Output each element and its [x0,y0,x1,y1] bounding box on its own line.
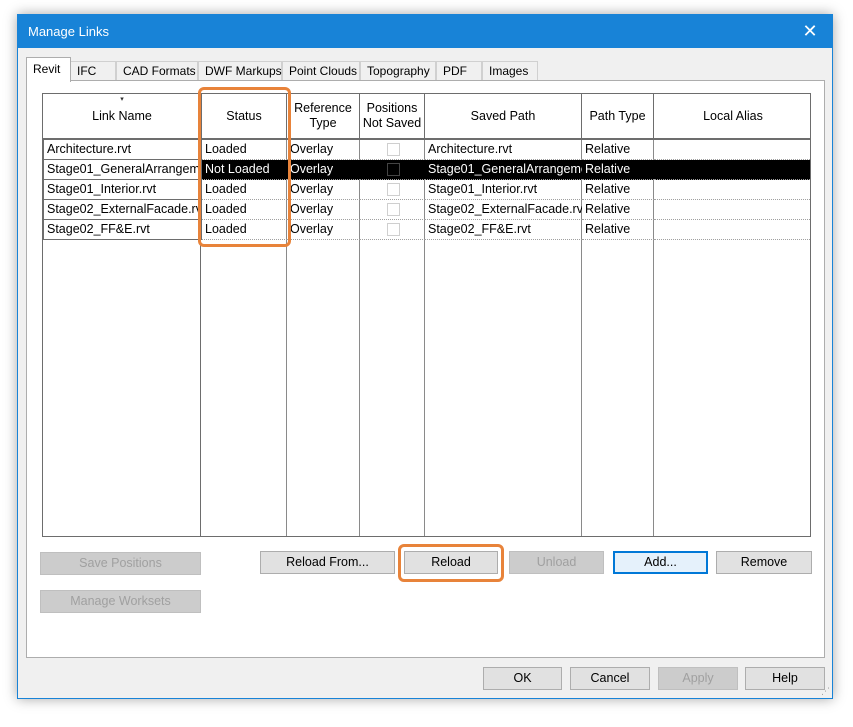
reference-type-cell[interactable]: Overlay [287,180,360,200]
table-row[interactable]: Stage01_Interior.rvt Loaded Overlay Stag… [43,180,810,200]
tab-pdf[interactable]: PDF [436,61,482,81]
table-row[interactable]: Stage02_FF&E.rvt Loaded Overlay Stage02_… [43,220,810,240]
manage-links-dialog: Manage Links ✕ Revit IFC CAD Formats DWF… [17,14,833,699]
local-alias-cell [654,140,810,160]
status-cell: Loaded [202,220,287,240]
header-reference-line1: Reference [294,101,352,115]
positions-not-saved-checkbox [387,143,400,156]
tab-ifc[interactable]: IFC [70,61,116,81]
dialog-title: Manage Links [28,24,109,39]
header-path-type-label: Path Type [589,108,646,123]
header-local-alias-label: Local Alias [703,108,763,123]
local-alias-cell [654,220,810,240]
unload-button[interactable]: Unload [509,551,604,574]
saved-path-cell: Architecture.rvt [425,140,582,160]
status-cell: Loaded [202,180,287,200]
link-name-cell[interactable]: Stage01_Interior.rvt [43,180,202,200]
header-status[interactable]: Status [202,94,287,140]
path-type-cell[interactable]: Relative [582,180,654,200]
path-type-cell[interactable]: Relative [582,140,654,160]
links-table[interactable]: ▾ Link Name Status Reference Type Positi… [42,93,811,537]
link-name-cell[interactable]: Architecture.rvt [43,140,202,160]
status-cell: Not Loaded [202,160,287,180]
title-bar[interactable]: Manage Links ✕ [18,15,832,48]
link-name-cell[interactable]: Stage02_ExternalFacade.rvt [43,200,202,220]
positions-not-saved-checkbox [387,223,400,236]
positions-cell [360,160,425,180]
tab-images[interactable]: Images [482,61,538,81]
table-row-selected[interactable]: Stage01_GeneralArrangement.rvt Not Loade… [43,160,810,180]
path-type-cell[interactable]: Relative [582,160,654,180]
header-link-name[interactable]: ▾ Link Name [43,94,202,140]
tab-topography[interactable]: Topography [360,61,436,81]
local-alias-cell [654,180,810,200]
header-positions-line2: Not Saved [362,116,422,130]
path-type-cell[interactable]: Relative [582,200,654,220]
header-positions-line1: Positions [366,101,418,115]
header-path-type[interactable]: Path Type [582,94,654,140]
header-local-alias[interactable]: Local Alias [654,94,810,140]
tab-point-clouds[interactable]: Point Clouds [282,61,360,81]
tab-dwf-markups[interactable]: DWF Markups [198,61,282,81]
tab-revit[interactable]: Revit [26,57,71,82]
status-cell: Loaded [202,140,287,160]
reload-button[interactable]: Reload [404,551,498,574]
path-type-cell[interactable]: Relative [582,220,654,240]
saved-path-cell: Stage02_FF&E.rvt [425,220,582,240]
header-saved-path-label: Saved Path [470,108,536,123]
table-row[interactable]: Architecture.rvt Loaded Overlay Architec… [43,140,810,160]
local-alias-cell [654,160,810,180]
reference-type-cell[interactable]: Overlay [287,220,360,240]
positions-cell [360,220,425,240]
positions-cell [360,180,425,200]
positions-not-saved-checkbox [387,183,400,196]
header-status-label: Status [226,108,262,123]
positions-not-saved-checkbox [387,203,400,216]
tab-cad-formats[interactable]: CAD Formats [116,61,198,81]
close-icon[interactable]: ✕ [788,15,832,48]
reference-type-cell[interactable]: Overlay [287,200,360,220]
reference-type-cell[interactable]: Overlay [287,140,360,160]
resize-grip-icon[interactable]: ⋰ [821,687,830,696]
remove-button[interactable]: Remove [716,551,812,574]
manage-worksets-button[interactable]: Manage Worksets [40,590,201,613]
ok-button[interactable]: OK [483,667,562,690]
add-button[interactable]: Add... [613,551,708,574]
apply-button[interactable]: Apply [658,667,738,690]
header-link-name-label: Link Name [92,108,152,123]
link-name-cell[interactable]: Stage01_GeneralArrangement.rvt [43,160,202,180]
local-alias-cell [654,200,810,220]
link-name-cell[interactable]: Stage02_FF&E.rvt [43,220,202,240]
positions-not-saved-checkbox [387,163,400,176]
header-saved-path[interactable]: Saved Path [425,94,582,140]
table-row[interactable]: Stage02_ExternalFacade.rvt Loaded Overla… [43,200,810,220]
header-reference-line2: Type [309,116,337,130]
status-cell: Loaded [202,200,287,220]
header-reference-type[interactable]: Reference Type [287,94,360,140]
cancel-button[interactable]: Cancel [570,667,650,690]
save-positions-button[interactable]: Save Positions [40,552,201,575]
positions-cell [360,200,425,220]
reference-type-cell[interactable]: Overlay [287,160,360,180]
reload-from-button[interactable]: Reload From... [260,551,395,574]
saved-path-cell: Stage01_Interior.rvt [425,180,582,200]
help-button[interactable]: Help [745,667,825,690]
sort-indicator-icon: ▾ [120,96,124,103]
positions-cell [360,140,425,160]
saved-path-cell: Stage02_ExternalFacade.rvt [425,200,582,220]
header-positions-not-saved[interactable]: Positions Not Saved [360,94,425,140]
saved-path-cell: Stage01_GeneralArrangement.rvt [425,160,582,180]
